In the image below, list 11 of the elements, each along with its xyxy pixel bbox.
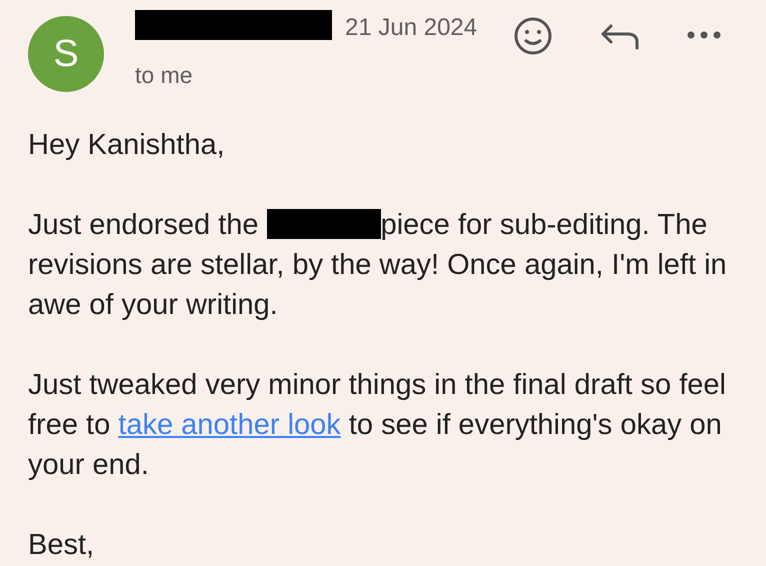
date: 21 Jun 2024: [345, 14, 478, 42]
more-icon[interactable]: [687, 31, 722, 39]
message-paragraph: Just endorsed the piece for sub-editing. The revisions are stellar, by the way! Once again, I'm left in awe of your writing.: [28, 208, 728, 322]
emoji-icon[interactable]: [513, 16, 554, 56]
reply-icon[interactable]: [601, 22, 642, 50]
recipient-label: to me: [135, 61, 193, 90]
message-paragraph: Hey Kanishtha,: [28, 128, 226, 162]
message-paragraph: Best,: [28, 528, 96, 562]
avatar: S: [28, 16, 104, 92]
message-paragraph: Just tweaked very minor things in the final draft so feel free to take another look to see if everything's okay on your end.: [28, 368, 727, 482]
link[interactable]: take another look: [118, 408, 341, 440]
